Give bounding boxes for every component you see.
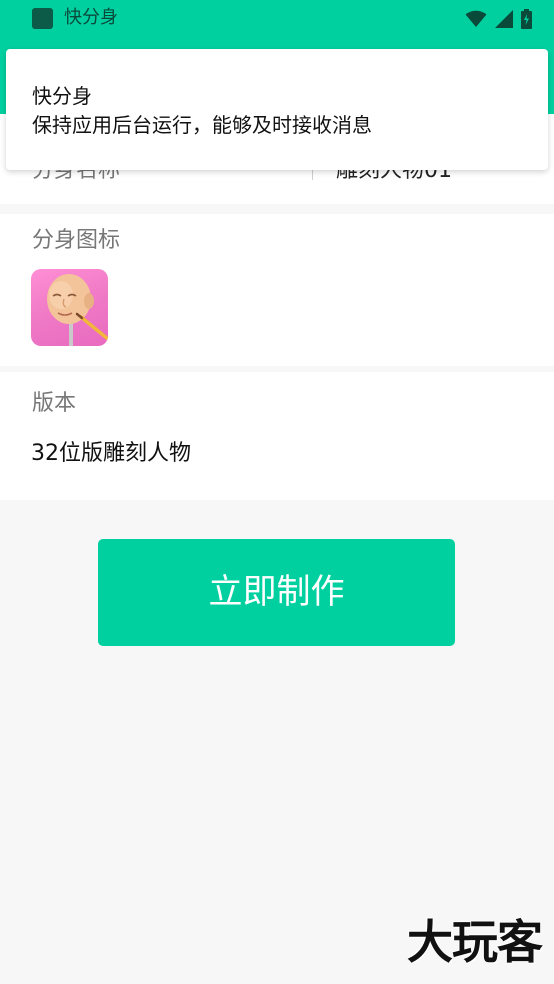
notification-body: 保持应用后台运行，能够及时接收消息 bbox=[32, 113, 372, 137]
cellular-signal-icon bbox=[495, 10, 513, 28]
make-now-button[interactable]: 立即制作 bbox=[98, 539, 455, 646]
version-section: 版本 32位版雕刻人物 bbox=[0, 372, 554, 500]
app-notification-icon bbox=[32, 8, 53, 29]
sculpt-face-app-icon[interactable] bbox=[31, 269, 108, 346]
wifi-icon bbox=[465, 10, 487, 27]
clone-icon-label: 分身图标 bbox=[32, 228, 121, 253]
version-label: 版本 bbox=[32, 391, 77, 416]
clone-icon-section: 分身图标 bbox=[0, 214, 554, 366]
status-app-title: 快分身 bbox=[64, 7, 118, 28]
battery-icon bbox=[521, 9, 532, 29]
watermark-logo: 大玩客 bbox=[407, 915, 543, 969]
notification-title: 快分身 bbox=[32, 84, 92, 108]
version-value[interactable]: 32位版雕刻人物 bbox=[31, 439, 191, 469]
status-icons bbox=[465, 8, 532, 30]
notification-card[interactable]: 快分身 保持应用后台运行，能够及时接收消息 bbox=[6, 49, 548, 170]
